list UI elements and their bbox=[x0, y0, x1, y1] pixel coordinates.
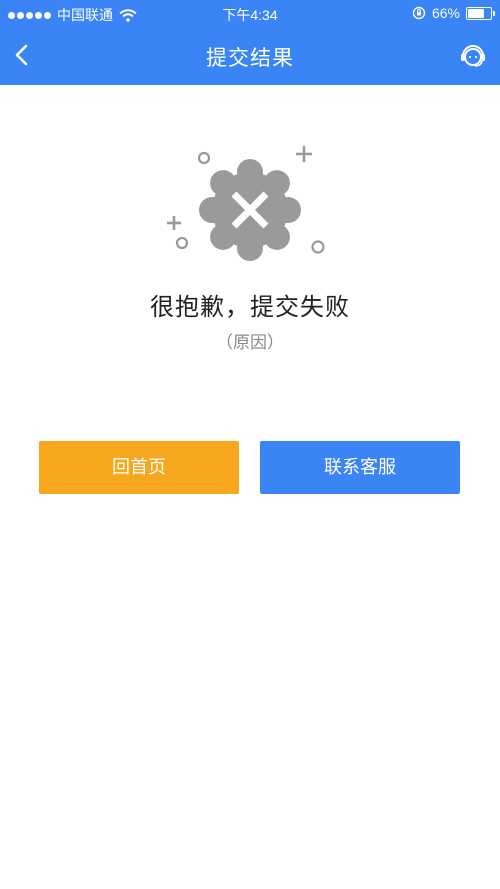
status-right: 66% bbox=[412, 5, 495, 21]
home-button[interactable]: 回首页 bbox=[39, 441, 239, 494]
result-reason: （原因） bbox=[216, 333, 284, 352]
nav-bar: 提交结果 bbox=[0, 27, 500, 85]
decor-circle-icon bbox=[197, 151, 211, 165]
customer-service-icon bbox=[461, 45, 485, 67]
battery-level bbox=[468, 8, 484, 18]
battery-icon bbox=[466, 6, 495, 20]
decor-circle-icon bbox=[311, 240, 325, 254]
decor-circle-icon bbox=[175, 236, 189, 250]
contact-service-button[interactable]: 联系客服 bbox=[260, 441, 460, 494]
header: 中国联通 下午4:34 66% 提交结果 bbox=[0, 0, 500, 85]
orientation-lock-icon bbox=[412, 6, 426, 20]
customer-service-button[interactable] bbox=[454, 36, 492, 74]
battery-percent: 66% bbox=[431, 5, 460, 21]
error-badge-icon bbox=[167, 146, 325, 261]
status-bar: 中国联通 下午4:34 66% bbox=[0, 0, 500, 27]
decor-plus-icon bbox=[167, 216, 181, 230]
result-title: 很抱歉，提交失败 bbox=[150, 294, 350, 321]
page-title: 提交结果 bbox=[206, 47, 294, 70]
decor-plus-icon bbox=[296, 146, 312, 162]
